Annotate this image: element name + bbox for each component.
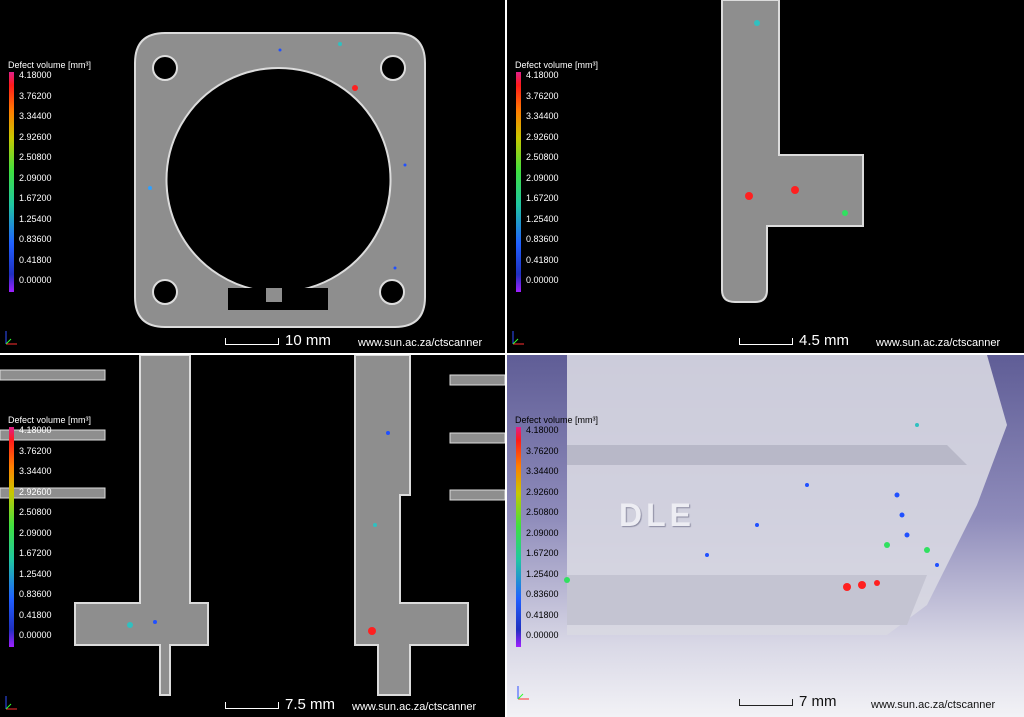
scale-bar: 4.5 mm <box>739 332 850 349</box>
scale-bar-ruler <box>225 338 279 345</box>
axis-triad-icon <box>515 680 537 702</box>
legend-value: 1.25400 <box>19 569 52 579</box>
legend-title: Defect volume [mm³] <box>515 415 599 425</box>
embossed-text: DLE <box>619 497 695 533</box>
legend-value: 3.76200 <box>526 91 559 101</box>
legend-value: 3.76200 <box>526 446 559 456</box>
scale-bar-ruler <box>225 702 279 709</box>
defect-legend: Defect volume [mm³] 4.18000 3.76200 3.34… <box>512 415 622 655</box>
legend-title: Defect volume [mm³] <box>515 60 599 70</box>
scale-label: 10 mm <box>285 332 331 349</box>
legend-value: 1.25400 <box>526 214 559 224</box>
legend-value: 3.34400 <box>19 111 52 121</box>
legend-value: 0.00000 <box>526 630 559 640</box>
defect-legend: Defect volume [mm³] 4.18000 3.76200 3.34… <box>512 60 622 300</box>
legend-value: 2.92600 <box>19 487 52 497</box>
legend-value: 3.76200 <box>19 91 52 101</box>
scale-bar-ruler <box>739 699 793 706</box>
website-url: www.sun.ac.za/ctscanner <box>876 337 1001 349</box>
viewport-top-right[interactable]: Defect volume [mm³] 4.18000 3.76200 3.34… <box>507 0 1024 353</box>
website-url: www.sun.ac.za/ctscanner <box>358 337 483 349</box>
legend-colorbar <box>9 427 14 647</box>
website-url: www.sun.ac.za/ctscanner <box>352 701 477 713</box>
website-url: www.sun.ac.za/ctscanner <box>871 699 996 711</box>
legend-value: 2.09000 <box>19 528 52 538</box>
legend-value: 0.00000 <box>19 630 52 640</box>
legend-value: 2.92600 <box>526 132 559 142</box>
scale-bar: 7 mm <box>739 693 837 710</box>
legend-value: 0.41800 <box>526 610 559 620</box>
legend-title: Defect volume [mm³] <box>8 60 92 70</box>
scale-label: 7.5 mm <box>285 696 336 713</box>
legend-value: 2.09000 <box>526 173 559 183</box>
legend-value: 2.50800 <box>526 507 559 517</box>
legend-colorbar <box>516 427 521 647</box>
defect-legend: Defect volume [mm³] 4.18000 3.76200 3.34… <box>5 60 115 300</box>
scale-bar-ruler <box>739 338 793 345</box>
legend-value: 0.83600 <box>526 589 559 599</box>
legend-value: 4.18000 <box>526 70 559 80</box>
defect-legend: Defect volume [mm³] 4.18000 3.76200 3.34… <box>5 415 115 655</box>
legend-value: 0.83600 <box>526 234 559 244</box>
legend-title: Defect volume [mm³] <box>8 415 92 425</box>
scale-bar: 7.5 mm <box>225 696 336 713</box>
axis-triad-icon <box>510 325 532 347</box>
legend-value: 0.00000 <box>526 275 559 285</box>
legend-value: 0.83600 <box>19 589 52 599</box>
viewport-top-left[interactable]: Defect volume [mm³] 4.18000 3.76200 3.34… <box>0 0 505 353</box>
legend-value: 4.18000 <box>19 70 52 80</box>
scale-bar: 10 mm <box>225 332 331 349</box>
legend-value: 1.67200 <box>526 193 559 203</box>
axis-triad-icon <box>3 690 25 712</box>
legend-colorbar <box>9 72 14 292</box>
legend-value: 4.18000 <box>19 425 52 435</box>
legend-value: 2.92600 <box>526 487 559 497</box>
legend-value: 1.25400 <box>526 569 559 579</box>
scale-label: 7 mm <box>799 693 837 710</box>
legend-value: 1.67200 <box>19 193 52 203</box>
legend-value: 0.00000 <box>19 275 52 285</box>
legend-value: 2.09000 <box>526 528 559 538</box>
axis-triad-icon <box>3 325 25 347</box>
legend-value: 0.41800 <box>19 610 52 620</box>
viewport-3d-render[interactable]: DLE Defect volume [mm³] 4.18000 3.76200 … <box>507 355 1024 717</box>
scale-label: 4.5 mm <box>799 332 850 349</box>
legend-value: 3.76200 <box>19 446 52 456</box>
legend-value: 3.34400 <box>526 466 559 476</box>
legend-value: 3.34400 <box>19 466 52 476</box>
legend-value: 1.67200 <box>19 548 52 558</box>
viewport-bottom-left[interactable]: Defect volume [mm³] 4.18000 3.76200 3.34… <box>0 355 505 717</box>
legend-value: 2.50800 <box>19 152 52 162</box>
legend-value: 0.41800 <box>526 255 559 265</box>
legend-value: 1.25400 <box>19 214 52 224</box>
legend-value: 2.92600 <box>19 132 52 142</box>
legend-value: 2.09000 <box>19 173 52 183</box>
legend-value: 2.50800 <box>19 507 52 517</box>
legend-value: 0.83600 <box>19 234 52 244</box>
legend-value: 3.34400 <box>526 111 559 121</box>
legend-value: 0.41800 <box>19 255 52 265</box>
legend-value: 4.18000 <box>526 425 559 435</box>
legend-colorbar <box>516 72 521 292</box>
legend-value: 2.50800 <box>526 152 559 162</box>
legend-value: 1.67200 <box>526 548 559 558</box>
